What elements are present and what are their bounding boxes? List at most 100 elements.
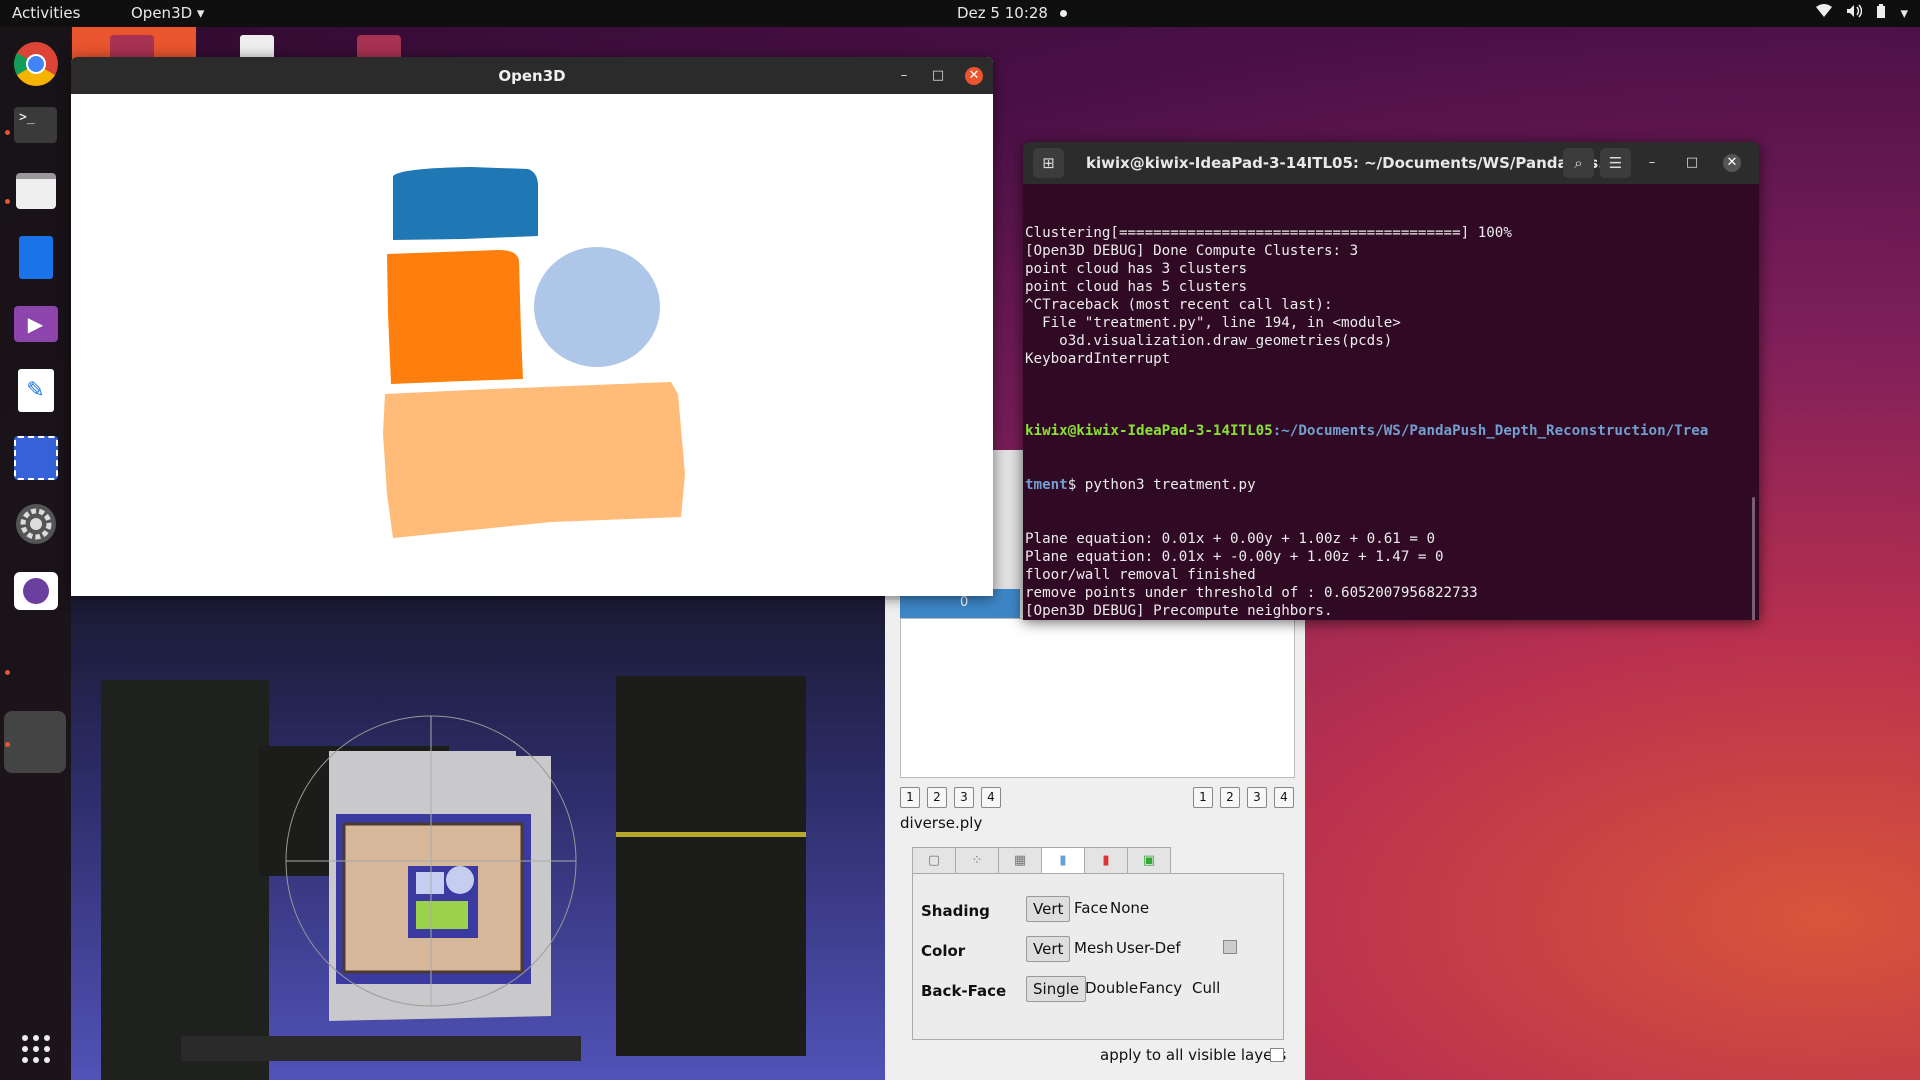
show-apps-icon[interactable] <box>11 1024 60 1073</box>
apply-all-label: apply to all visible layers <box>1100 1046 1287 1064</box>
dock: >_ ▶ ✎ <box>0 27 71 1080</box>
system-tray[interactable]: ▾ <box>1816 4 1908 23</box>
terminal-line: point cloud has 3 clusters <box>1025 261 1248 277</box>
terminal-line: point cloud has 5 clusters <box>1025 279 1248 295</box>
layer-filename: diverse.ply <box>900 814 983 832</box>
settings-icon[interactable] <box>11 499 60 548</box>
render-options-group: Shading Vert Face None Color Vert Mesh U… <box>912 873 1284 1040</box>
wifi-icon <box>1816 4 1833 23</box>
terminal-icon[interactable]: >_ <box>11 100 60 149</box>
layer-list[interactable] <box>900 618 1295 778</box>
open3d-titlebar[interactable]: Open3D – □ ✕ <box>71 57 993 94</box>
color-label: Color <box>921 942 966 960</box>
new-tab-icon[interactable]: ⊞ <box>1033 148 1064 178</box>
maximize-button[interactable]: □ <box>1683 154 1701 172</box>
notification-dot <box>1059 10 1067 17</box>
box-icon[interactable]: ▢ <box>912 847 956 874</box>
clock[interactable]: Dez 5 10:28 <box>957 4 1067 22</box>
minimize-button[interactable]: – <box>1643 154 1661 172</box>
terminal-line: Clustering[=============================… <box>1025 225 1512 241</box>
close-button[interactable]: ✕ <box>1723 154 1741 172</box>
shading-none-option[interactable]: None <box>1104 896 1155 920</box>
terminal-line: o3d.visualization.draw_geometries(pcds) <box>1025 333 1393 349</box>
terminal-line: floor/wall removal finished <box>1025 567 1256 583</box>
search-icon[interactable]: ⌕ <box>1563 148 1594 178</box>
normals-icon[interactable]: ▣ <box>1127 847 1171 874</box>
left-num-button-4[interactable]: 4 <box>981 787 1001 808</box>
minimize-button[interactable]: – <box>895 67 913 85</box>
open3d-canvas[interactable] <box>71 94 993 596</box>
video-player-icon[interactable]: ▶ <box>11 299 60 348</box>
prompt-path-cont: tment <box>1025 477 1068 493</box>
cluster-lightblue <box>534 247 660 367</box>
close-button[interactable]: ✕ <box>965 67 983 85</box>
backface-single-option[interactable]: Single <box>1026 976 1087 1002</box>
backface-label: Back-Face <box>921 982 1007 1000</box>
user-color-swatch[interactable] <box>1223 940 1237 954</box>
battery-icon <box>1876 4 1886 23</box>
prompt-path: :~/Documents/WS/PandaPush_Depth_Reconstr… <box>1272 423 1709 439</box>
points-icon[interactable]: ⁘ <box>955 847 999 874</box>
running-indicator <box>5 130 10 135</box>
desktop-strip <box>72 27 992 60</box>
meshlab-icon[interactable] <box>4 711 66 773</box>
terminal-line: ^CTraceback (most recent call last): <box>1025 297 1333 313</box>
chevron-down-icon: ▾ <box>1900 4 1908 22</box>
prompt-line: kiwix@kiwix-IdeaPad-3-14ITL05:~/Document… <box>1025 422 1759 440</box>
prompt-command: $ python3 treatment.py <box>1067 477 1256 493</box>
window-title: Open3D <box>498 67 566 85</box>
terminal-window: ⊞ kiwix@kiwix-IdeaPad-3-14ITL05: ~/Docum… <box>1023 142 1759 620</box>
running-indicator <box>5 199 10 204</box>
cluster-peach <box>383 382 685 538</box>
color-vert-option[interactable]: Vert <box>1026 936 1071 962</box>
screenshot-icon[interactable] <box>11 433 60 482</box>
wireframe-icon[interactable]: ▦ <box>998 847 1042 874</box>
app-menu[interactable]: Open3D ▾ <box>131 4 204 22</box>
left-num-button-3[interactable]: 3 <box>954 787 974 808</box>
terminal-line: remove points under threshold of : 0.605… <box>1025 585 1478 601</box>
terminal-title: kiwix@kiwix-IdeaPad-3-14ITL05: ~/Documen… <box>1086 154 1616 172</box>
writer-icon[interactable] <box>11 233 60 282</box>
hamburger-menu-icon[interactable]: ☰ <box>1600 148 1631 178</box>
text-editor-icon[interactable]: ✎ <box>11 366 60 415</box>
prompt-user: kiwix@kiwix-IdeaPad-3-14ITL05 <box>1025 423 1273 439</box>
color-userdef-option[interactable]: User-Def <box>1110 936 1187 960</box>
terminal-line: Plane equation: 0.01x + 0.00y + 1.00z + … <box>1025 531 1435 547</box>
terminal-output[interactable]: Clustering[=============================… <box>1025 188 1759 620</box>
right-num-button-1[interactable]: 1 <box>1193 787 1213 808</box>
right-num-button-4[interactable]: 4 <box>1274 787 1294 808</box>
clock-text: Dez 5 10:28 <box>957 4 1048 22</box>
texture-icon[interactable]: ▮ <box>1084 847 1128 874</box>
left-num-button-2[interactable]: 2 <box>927 787 947 808</box>
left-num-button-1[interactable]: 1 <box>900 787 920 808</box>
terminal-line: [Open3D DEBUG] Precompute neighbors. <box>1025 603 1333 619</box>
right-num-button-3[interactable]: 3 <box>1247 787 1267 808</box>
right-num-button-2[interactable]: 2 <box>1220 787 1240 808</box>
shading-vert-option[interactable]: Vert <box>1026 896 1071 922</box>
chrome-icon[interactable] <box>11 39 60 88</box>
surface-icon[interactable]: ▮ <box>1041 847 1085 874</box>
files-icon[interactable] <box>11 166 60 215</box>
output-before: Clustering[=============================… <box>1025 224 1759 386</box>
output-after: Plane equation: 0.01x + 0.00y + 1.00z + … <box>1025 530 1759 620</box>
cluster-blue <box>393 167 538 240</box>
scrollbar[interactable] <box>1752 497 1755 620</box>
volume-icon <box>1846 4 1863 23</box>
terminal-titlebar[interactable]: ⊞ kiwix@kiwix-IdeaPad-3-14ITL05: ~/Docum… <box>1023 142 1759 184</box>
layer-id: 0 <box>960 595 969 610</box>
camera-app-icon[interactable] <box>11 566 60 615</box>
terminal-line: File "treatment.py", line 194, in <modul… <box>1025 315 1401 331</box>
prompt-line-wrap: tment$ python3 treatment.py <box>1025 476 1759 494</box>
pointcloud-render <box>101 676 806 1080</box>
open3d-window: Open3D – □ ✕ <box>71 57 993 596</box>
maximize-button[interactable]: □ <box>929 67 947 85</box>
apply-all-checkbox[interactable] <box>1270 1048 1284 1062</box>
top-bar: Activities Open3D ▾ Dez 5 10:28 ▾ <box>0 0 1920 27</box>
terminal-line: [Open3D DEBUG] Done Compute Clusters: 3 <box>1025 243 1359 259</box>
backface-cull-option[interactable]: Cull <box>1186 976 1226 1000</box>
backface-fancy-option[interactable]: Fancy <box>1133 976 1188 1000</box>
pointcloud-viewer[interactable] <box>71 596 885 1080</box>
activities-button[interactable]: Activities <box>12 4 80 22</box>
terminal-line: Plane equation: 0.01x + -0.00y + 1.00z +… <box>1025 549 1444 565</box>
